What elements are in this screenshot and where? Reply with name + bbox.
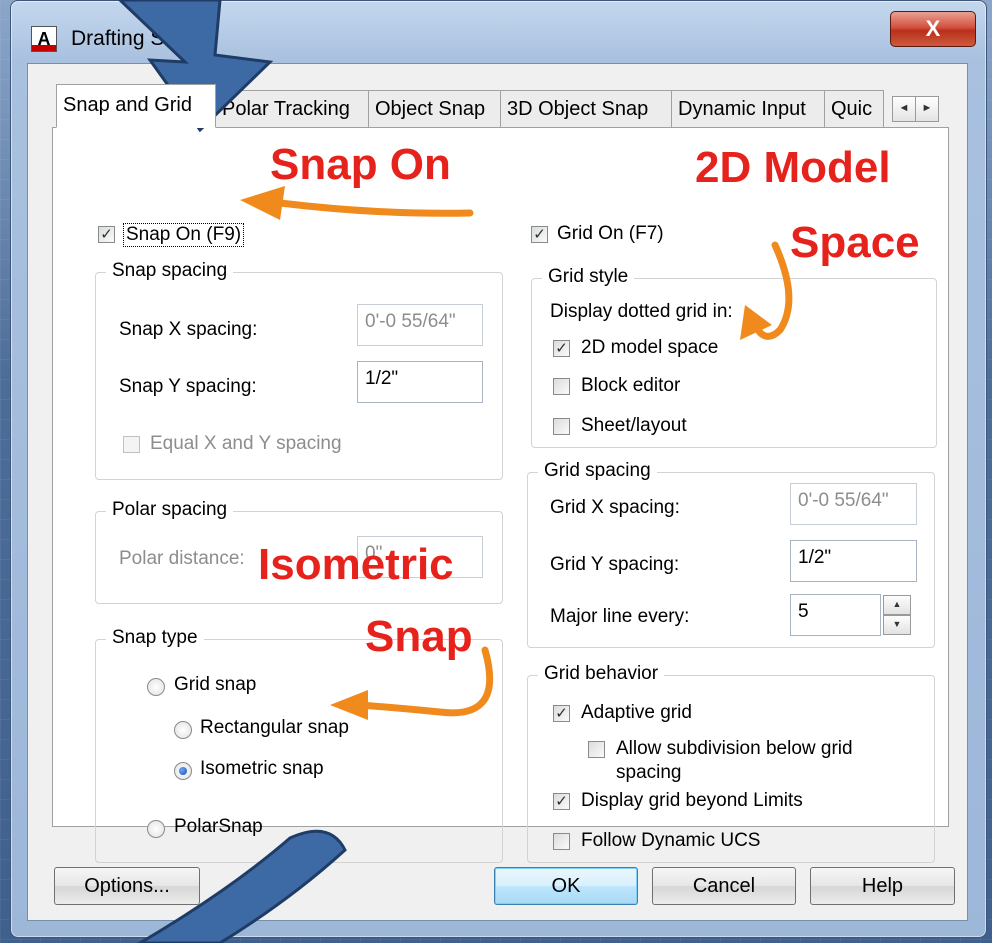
rectangular-snap-label: Rectangular snap [200,717,349,738]
display-beyond-limits-checkbox[interactable]: ✓ [553,793,570,810]
rectangular-snap-radio[interactable] [174,721,192,739]
cancel-button[interactable]: Cancel [652,867,796,905]
grid-behavior-title: Grid behavior [538,663,665,685]
grid-spacing-title: Grid spacing [538,460,657,482]
adaptive-grid-checkbox[interactable]: ✓ [553,705,570,722]
grid-on-label[interactable]: Grid On (F7) [557,223,664,245]
spin-up-icon[interactable]: ▲ [883,595,911,615]
tab-object-snap[interactable]: Object Snap [368,90,501,127]
allow-subdivision-label-line1: Allow subdivision below grid [616,738,853,759]
help-button[interactable]: Help [810,867,955,905]
grid-x-spacing-field[interactable]: 0'-0 55/64" [790,483,917,525]
snap-on-label[interactable]: Snap On (F9) [123,223,245,247]
display-dotted-grid-label: Display dotted grid in: [550,301,733,322]
equal-xy-spacing-label: Equal X and Y spacing [150,433,342,454]
drafting-settings-dialog: A Drafting Se X Snap and Grid Polar Trac… [10,0,987,938]
tab-scroll-right-icon[interactable]: ► [915,96,939,122]
snap-x-spacing-label: Snap X spacing: [119,319,258,340]
snap-type-title: Snap type [106,627,204,649]
tab-snap-and-grid[interactable]: Snap and Grid [56,84,216,128]
annotation-snap: Snap [365,612,473,661]
ok-button[interactable]: OK [494,867,638,905]
snap-y-spacing-label: Snap Y spacing: [119,376,257,397]
allow-subdivision-checkbox[interactable] [588,741,605,758]
sheet-layout-checkbox[interactable] [553,418,570,435]
tab-quick-properties[interactable]: Quic [824,90,884,127]
annotation-snap-on: Snap On [270,140,451,189]
sheet-layout-label: Sheet/layout [581,415,687,436]
display-beyond-limits-label: Display grid beyond Limits [581,790,803,811]
annotation-space: Space [790,218,920,267]
grid-y-spacing-label: Grid Y spacing: [550,554,680,575]
grid-style-title: Grid style [542,266,635,288]
block-editor-checkbox[interactable] [553,378,570,395]
follow-dynamic-ucs-label: Follow Dynamic UCS [581,830,761,851]
annotation-2d-model: 2D Model [695,143,891,192]
isometric-snap-radio[interactable] [174,762,192,780]
polar-distance-label: Polar distance: [119,548,245,569]
major-line-field[interactable]: 5 [790,594,881,636]
tab-dynamic-input[interactable]: Dynamic Input [671,90,825,127]
autocad-app-icon: A [31,26,57,52]
grid-on-checkbox[interactable]: ✓ [531,226,548,243]
polar-spacing-title: Polar spacing [106,499,234,521]
allow-subdivision-label-line2: spacing [616,762,682,783]
major-line-label: Major line every: [550,606,690,627]
isometric-snap-label: Isometric snap [200,758,324,779]
snap-x-spacing-field[interactable]: 0'-0 55/64" [357,304,483,346]
polarsnap-radio[interactable] [147,820,165,838]
annotation-isometric: Isometric [258,540,454,589]
dialog-title: Drafting Se [71,27,177,50]
equal-xy-spacing-checkbox[interactable] [123,436,140,453]
grid-snap-label: Grid snap [174,674,257,695]
tab-scroll-left-icon[interactable]: ◄ [892,96,916,122]
tab-3d-object-snap[interactable]: 3D Object Snap [500,90,672,127]
close-button[interactable]: X [890,11,976,47]
snap-y-spacing-field[interactable]: 1/2" [357,361,483,403]
options-button[interactable]: Options... [54,867,200,905]
snap-spacing-title: Snap spacing [106,260,234,282]
model-space-checkbox[interactable]: ✓ [553,340,570,357]
snap-on-checkbox[interactable]: ✓ [98,226,115,243]
grid-y-spacing-field[interactable]: 1/2" [790,540,917,582]
follow-dynamic-ucs-checkbox[interactable] [553,833,570,850]
polarsnap-label: PolarSnap [174,816,263,837]
tab-polar-tracking[interactable]: Polar Tracking [215,90,369,127]
block-editor-label: Block editor [581,375,681,396]
grid-snap-radio[interactable] [147,678,165,696]
title-bar[interactable]: A Drafting Se X [11,1,986,63]
spin-down-icon[interactable]: ▼ [883,615,911,635]
model-space-label: 2D model space [581,337,719,358]
grid-x-spacing-label: Grid X spacing: [550,497,680,518]
adaptive-grid-label: Adaptive grid [581,702,692,723]
